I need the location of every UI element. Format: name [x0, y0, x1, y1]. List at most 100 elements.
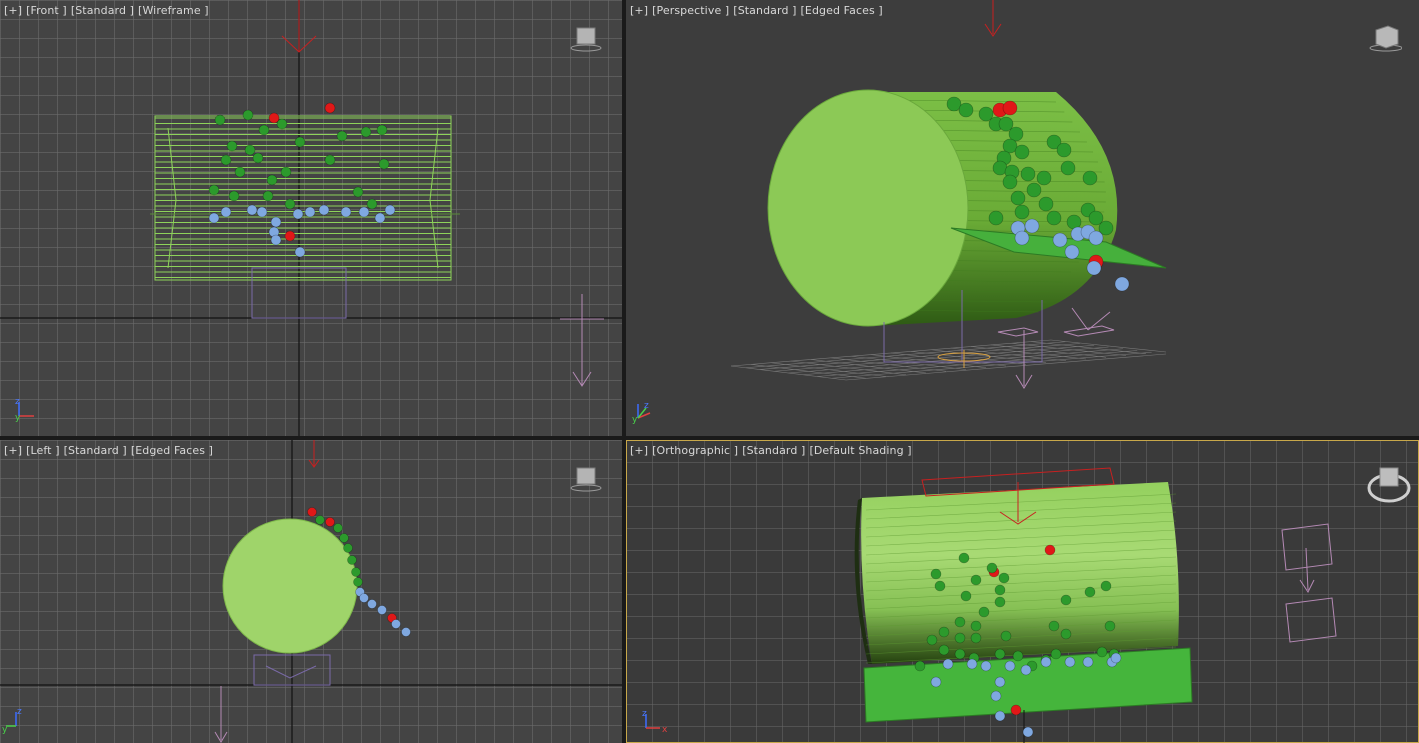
particle-green [970, 574, 982, 586]
particle-blue [1114, 276, 1130, 292]
particle-green [378, 158, 390, 170]
particle-blue [1004, 660, 1016, 672]
particle-blue [294, 246, 306, 258]
particle-green [280, 166, 292, 178]
svg-text:z: z [642, 709, 647, 719]
particle-blue [367, 599, 377, 609]
viewport-menu-style[interactable]: [Standard ] [71, 4, 134, 17]
viewport-label-front: [+] [Front ] [Standard ] [Wireframe ] [4, 4, 213, 17]
particle-blue [246, 204, 258, 216]
particle-green [958, 102, 974, 118]
particle-green [1048, 620, 1060, 632]
viewport-menu-view[interactable]: [Perspective ] [652, 4, 729, 17]
viewport-menu-plus[interactable]: [+] [4, 4, 22, 17]
particle-blue [966, 658, 978, 670]
particle-red [1044, 544, 1056, 556]
particle-green [315, 515, 325, 525]
axis-tripod-icon: z y [15, 397, 34, 423]
viewport-menu-view[interactable]: [Orthographic ] [652, 444, 738, 457]
particle-blue [1088, 230, 1104, 246]
particle-blue [358, 206, 370, 218]
viewport-menu-style[interactable]: [Standard ] [64, 444, 127, 457]
particle-green [228, 190, 240, 202]
particle-blue [994, 676, 1006, 688]
particle-green [1000, 630, 1012, 642]
particle-green [343, 543, 353, 553]
particle-blue [256, 206, 268, 218]
viewport-orthographic[interactable]: [+] [Orthographic ] [Standard ] [Default Sh… [626, 440, 1419, 743]
viewcube-icon[interactable] [566, 24, 602, 54]
particle-green [1060, 160, 1076, 176]
particle-green [958, 552, 970, 564]
particle-green [347, 555, 357, 565]
particle-blue [292, 208, 304, 220]
particle-blue [1022, 726, 1034, 738]
axis-tripod-icon: z y [2, 707, 22, 735]
viewcube-icon[interactable] [566, 464, 602, 494]
orthographic-scene[interactable] [626, 440, 1419, 743]
viewport-front[interactable]: [+] [Front ] [Standard ] [Wireframe ] z y [0, 0, 622, 436]
particle-green [266, 174, 278, 186]
particle-green [960, 590, 972, 602]
particle-green [242, 109, 254, 121]
viewport-menu-view[interactable]: [Front ] [26, 4, 67, 17]
particle-green [938, 644, 950, 656]
particle-blue [990, 690, 1002, 702]
viewport-perspective[interactable]: [+] [Perspective ] [Standard ] [Edged Faces… [626, 0, 1419, 436]
particle-green [360, 126, 372, 138]
particle-blue [1064, 656, 1076, 668]
particle-blue [377, 605, 387, 615]
viewport-menu-plus[interactable]: [+] [630, 444, 648, 457]
viewport-menu-shading[interactable]: [Default Shading ] [809, 444, 911, 457]
particle-green [1020, 166, 1036, 182]
particle-blue [340, 206, 352, 218]
particle-green [1096, 646, 1108, 658]
viewport-menu-plus[interactable]: [+] [630, 4, 648, 17]
viewport-left[interactable]: [+] [Left ] [Standard ] [Edged Faces ] z y [0, 440, 622, 743]
viewport-menu-shading[interactable]: [Edged Faces ] [801, 4, 883, 17]
viewport-menu-view[interactable]: [Left ] [26, 444, 59, 457]
viewport-menu-plus[interactable]: [+] [4, 444, 22, 457]
particle-green [1002, 174, 1018, 190]
particle-blue [1024, 218, 1040, 234]
perspective-scene[interactable] [626, 0, 1419, 436]
svg-text:z: z [15, 397, 20, 407]
particle-green [1012, 650, 1024, 662]
particle-green [1060, 628, 1072, 640]
particle-green [333, 523, 343, 533]
particle-green [220, 154, 232, 166]
particle-green [226, 140, 238, 152]
particle-green [954, 616, 966, 628]
particle-blue [318, 204, 330, 216]
gravity-gizmo [1281, 523, 1337, 643]
particle-green [352, 186, 364, 198]
viewport-label-left: [+] [Left ] [Standard ] [Edged Faces ] [4, 444, 217, 457]
particle-blue [1082, 656, 1094, 668]
viewport-menu-style[interactable]: [Standard ] [733, 4, 796, 17]
front-scene[interactable] [0, 0, 622, 436]
particle-green [336, 130, 348, 142]
particle-green [1050, 648, 1062, 660]
gravity-arrow-icon [560, 294, 604, 387]
viewport-menu-shading[interactable]: [Edged Faces ] [131, 444, 213, 457]
particle-green [353, 577, 363, 587]
viewport-menu-style[interactable]: [Standard ] [742, 444, 805, 457]
viewcube-icon[interactable] [1366, 24, 1402, 54]
particle-blue [384, 204, 396, 216]
particle-green [1082, 170, 1098, 186]
particle-green [1084, 586, 1096, 598]
viewport-label-orthographic: [+] [Orthographic ] [Standard ] [Default Sh… [630, 444, 916, 457]
compass-ring-icon[interactable] [1364, 462, 1414, 508]
particle-green [986, 562, 998, 574]
particle-green [294, 136, 306, 148]
particle-red [324, 102, 336, 114]
particle-green [376, 124, 388, 136]
particle-green [938, 626, 950, 638]
viewport-menu-shading[interactable]: [Wireframe ] [138, 4, 209, 17]
left-scene[interactable] [0, 440, 622, 743]
particle-green [914, 660, 926, 672]
particle-green [366, 198, 378, 210]
particle-green [1104, 620, 1116, 632]
particle-green [258, 124, 270, 136]
particle-green [252, 152, 264, 164]
